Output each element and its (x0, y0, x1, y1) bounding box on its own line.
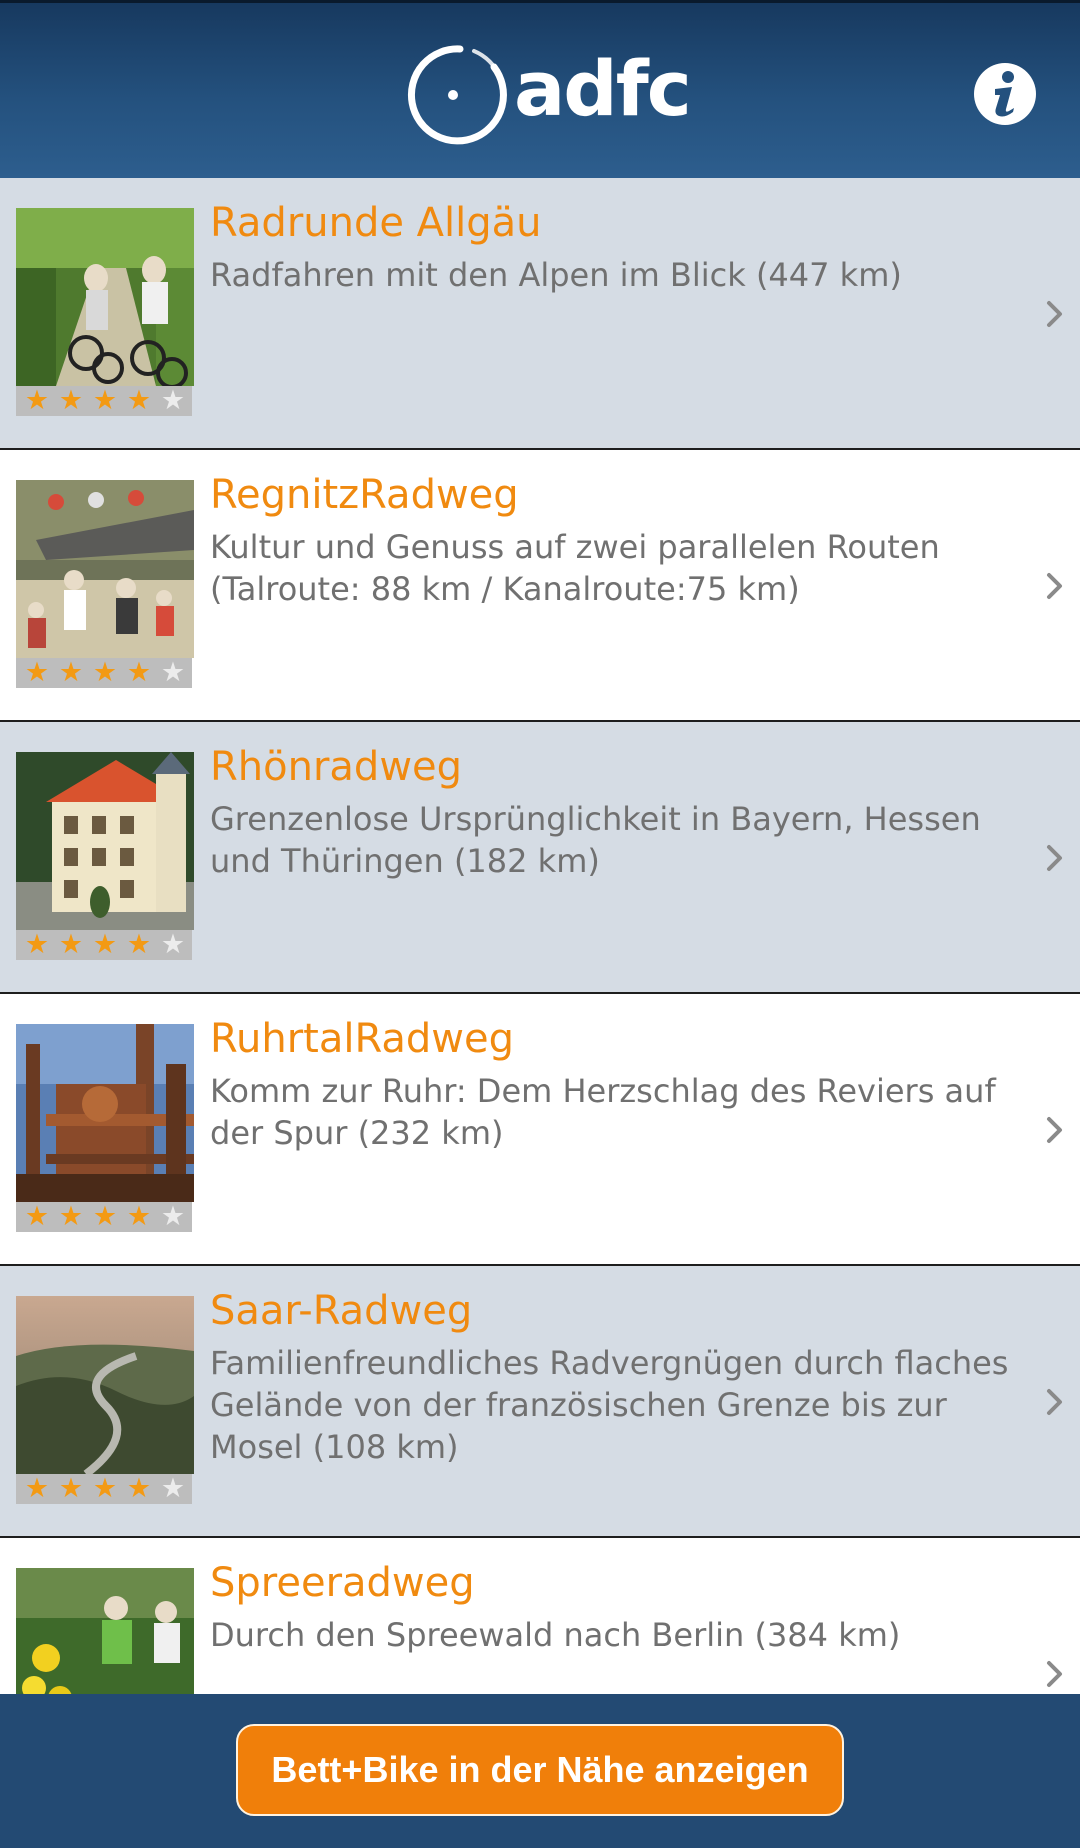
route-thumbnail (16, 480, 194, 658)
rating-stars: ★ ★ ★ ★ ★ (16, 386, 192, 416)
route-thumbnail (16, 1568, 194, 1694)
star-icon: ★ (24, 385, 50, 416)
star-icon: ★ (92, 385, 118, 416)
route-list-item[interactable]: ★ ★ ★ ★ ★ RegnitzRadweg Kultur und Genus… (0, 450, 1080, 722)
route-title: RegnitzRadweg (210, 472, 519, 518)
route-list-item[interactable]: ★ ★ ★ ★ ★ Spreeradweg Durch den Spreewal… (0, 1538, 1080, 1694)
rating-stars: ★ ★ ★ ★ ★ (16, 1202, 192, 1232)
adfc-logo-ring-icon (408, 45, 507, 145)
route-description: Durch den Spreewald nach Berlin (384 km) (210, 1616, 901, 1654)
star-icon: ★ (126, 1473, 152, 1504)
star-icon: ★ (24, 929, 50, 960)
route-title: Spreeradweg (210, 1560, 475, 1606)
star-empty-icon: ★ (160, 1473, 186, 1504)
route-title: Saar-Radweg (210, 1288, 473, 1334)
route-description: Kultur und Genuss auf zwei parallelen Ro… (210, 528, 940, 608)
star-empty-icon: ★ (160, 929, 186, 960)
chevron-right-icon (1047, 301, 1062, 327)
star-icon: ★ (92, 1473, 118, 1504)
route-thumbnail (16, 1024, 194, 1202)
star-icon: ★ (126, 1201, 152, 1232)
star-icon: ★ (126, 385, 152, 416)
star-icon: ★ (126, 929, 152, 960)
route-title: Radrunde Allgäu (210, 200, 542, 246)
adfc-logo: adfc (402, 41, 692, 145)
star-icon: ★ (92, 929, 118, 960)
route-list-item[interactable]: ★ ★ ★ ★ ★ RuhrtalRadweg Komm zur Ruhr: D… (0, 994, 1080, 1266)
star-icon: ★ (92, 657, 118, 688)
star-empty-icon: ★ (160, 385, 186, 416)
route-list-item[interactable]: ★ ★ ★ ★ ★ Rhönradweg Grenzenlose Ursprün… (0, 722, 1080, 994)
star-empty-icon: ★ (160, 1201, 186, 1232)
info-icon (974, 63, 1036, 125)
star-icon: ★ (58, 657, 84, 688)
route-thumbnail (16, 208, 194, 386)
star-icon: ★ (24, 1201, 50, 1232)
rating-stars: ★ ★ ★ ★ ★ (16, 930, 192, 960)
star-icon: ★ (58, 1201, 84, 1232)
rating-stars: ★ ★ ★ ★ ★ (16, 658, 192, 688)
star-icon: ★ (58, 1473, 84, 1504)
star-icon: ★ (92, 1201, 118, 1232)
star-icon: ★ (24, 657, 50, 688)
chevron-right-icon (1047, 1661, 1062, 1687)
bett-bike-nearby-button[interactable]: Bett+Bike in der Nähe anzeigen (236, 1724, 844, 1816)
app-header: adfc (0, 0, 1080, 178)
chevron-right-icon (1047, 1117, 1062, 1143)
footer-bar: Bett+Bike in der Nähe anzeigen (0, 1694, 1080, 1848)
star-empty-icon: ★ (160, 657, 186, 688)
logo-text: adfc (514, 44, 692, 133)
star-icon: ★ (24, 1473, 50, 1504)
route-list[interactable]: ★ ★ ★ ★ ★ Radrunde Allgäu Radfahren mit … (0, 178, 1080, 1694)
star-icon: ★ (58, 385, 84, 416)
route-thumbnail (16, 1296, 194, 1474)
chevron-right-icon (1047, 1389, 1062, 1415)
route-description: Familienfreundliches Radvergnügen durch … (210, 1344, 1009, 1466)
route-description: Radfahren mit den Alpen im Blick (447 km… (210, 256, 902, 294)
route-list-item[interactable]: ★ ★ ★ ★ ★ Radrunde Allgäu Radfahren mit … (0, 178, 1080, 450)
chevron-right-icon (1047, 573, 1062, 599)
route-description: Komm zur Ruhr: Dem Herzschlag des Revier… (210, 1072, 996, 1152)
star-icon: ★ (126, 657, 152, 688)
rating-stars: ★ ★ ★ ★ ★ (16, 1474, 192, 1504)
star-icon: ★ (58, 929, 84, 960)
route-title: RuhrtalRadweg (210, 1016, 514, 1062)
info-button[interactable] (972, 61, 1038, 127)
route-list-item[interactable]: ★ ★ ★ ★ ★ Saar-Radweg Familienfreundlich… (0, 1266, 1080, 1538)
route-thumbnail (16, 752, 194, 930)
chevron-right-icon (1047, 845, 1062, 871)
route-description: Grenzenlose Ursprünglichkeit in Bayern, … (210, 800, 981, 880)
route-title: Rhönradweg (210, 744, 463, 790)
